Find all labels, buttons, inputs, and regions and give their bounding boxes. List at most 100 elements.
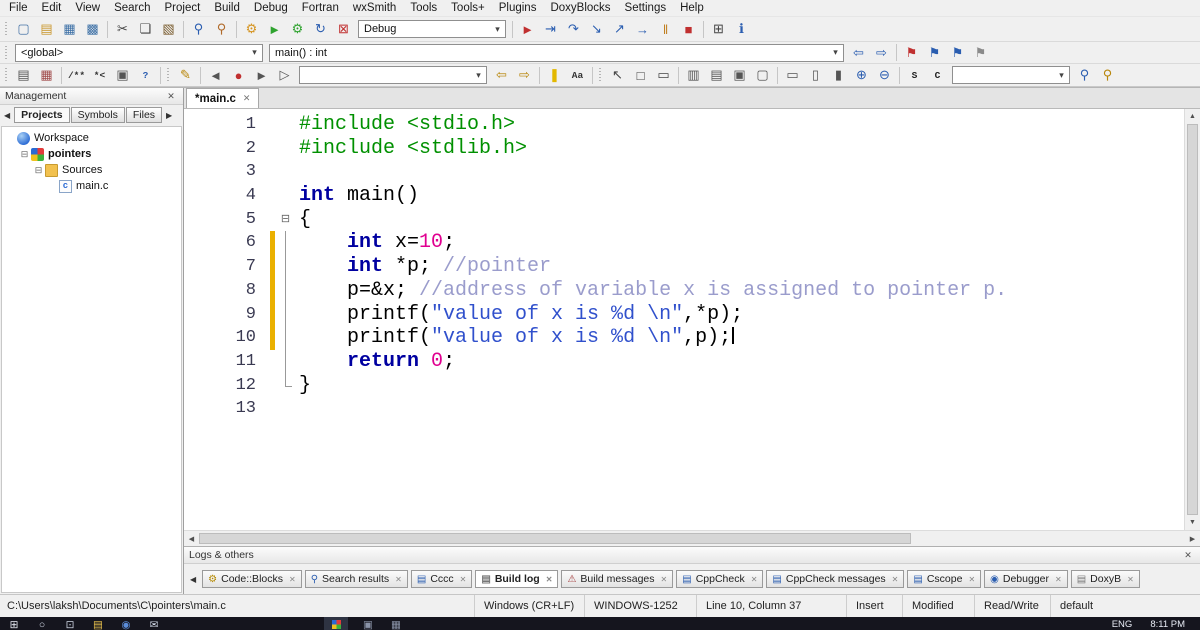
close-icon[interactable]: ✕ xyxy=(968,575,975,584)
toolbar-gripper[interactable] xyxy=(4,21,8,37)
search-term-combo[interactable]: ▾ xyxy=(952,66,1070,84)
codeblocks-app-icon[interactable] xyxy=(324,617,348,630)
bookmark-next-icon[interactable]: ⚑ xyxy=(946,42,969,63)
tab-projects[interactable]: Projects xyxy=(14,107,70,123)
paste-icon[interactable]: ▧ xyxy=(157,19,180,40)
code-line-8[interactable]: 8 p=&x; //address of variable x is assig… xyxy=(184,278,1184,303)
close-icon[interactable]: ✕ xyxy=(892,575,899,584)
pinned-app2-icon[interactable]: ▦ xyxy=(388,618,404,630)
doxy-help-icon[interactable]: ? xyxy=(134,65,157,86)
symbol-combo[interactable]: main() : int ▾ xyxy=(269,43,844,62)
log-tab-cppcheck[interactable]: ▤ CppCheck ✕ xyxy=(676,570,764,588)
close-icon[interactable]: ✕ xyxy=(460,575,467,584)
code-line-5[interactable]: 5 ⊟{ xyxy=(184,208,1184,232)
menu-file[interactable]: File xyxy=(2,1,35,15)
zoom-out-icon[interactable]: ⊖ xyxy=(873,65,896,86)
break-debugger-icon[interactable]: ‖ xyxy=(654,19,677,40)
menu-project[interactable]: Project xyxy=(158,1,208,15)
menu-build[interactable]: Build xyxy=(207,1,247,15)
incremental-search-combo[interactable]: ▾ xyxy=(299,66,487,84)
chevron-down-icon[interactable]: ▾ xyxy=(1054,70,1069,81)
horizontal-scrollbar[interactable]: ◀ ▶ xyxy=(184,530,1200,546)
abort-build-icon[interactable]: ⊠ xyxy=(332,19,355,40)
select-region-icon[interactable]: ▭ xyxy=(652,65,675,86)
cut-icon[interactable]: ✂ xyxy=(111,19,134,40)
tab-files[interactable]: Files xyxy=(125,107,163,123)
step-out-icon[interactable]: ↗ xyxy=(608,19,631,40)
stop-debugger-icon[interactable]: ■ xyxy=(677,19,700,40)
debug-info-icon[interactable]: ℹ xyxy=(730,19,753,40)
chevron-down-icon[interactable]: ▾ xyxy=(490,24,505,35)
chevron-down-icon[interactable]: ▾ xyxy=(828,47,843,58)
code-line-1[interactable]: 1 #include <stdio.h> xyxy=(184,113,1184,137)
start-button[interactable]: ⊞ xyxy=(6,618,22,630)
language-indicator[interactable]: ENG xyxy=(1103,619,1142,630)
bookmark-clear-icon[interactable]: ⚑ xyxy=(969,42,992,63)
save-file-icon[interactable]: ▦ xyxy=(58,19,81,40)
replace-icon[interactable]: ⚲ xyxy=(210,19,233,40)
close-icon[interactable]: ✕ xyxy=(164,91,178,102)
window-horizontal-icon[interactable]: ▥ xyxy=(682,65,705,86)
close-icon[interactable]: ✕ xyxy=(546,575,553,584)
next-line-icon[interactable]: ↷ xyxy=(562,19,585,40)
browse-marker-icon[interactable]: ● xyxy=(227,65,250,86)
view-editor-icon[interactable]: ▭ xyxy=(781,65,804,86)
window-vertical-icon[interactable]: ▤ xyxy=(705,65,728,86)
code-line-12[interactable]: 12} xyxy=(184,373,1184,398)
open-file-icon[interactable]: ▤ xyxy=(35,19,58,40)
debug-continue-icon[interactable]: ► xyxy=(516,19,539,40)
toolbar-gripper[interactable] xyxy=(598,67,602,83)
menu-plugins[interactable]: Plugins xyxy=(492,1,544,15)
run-to-cursor-icon[interactable]: ⇥ xyxy=(539,19,562,40)
browse-clear-icon[interactable]: ▷ xyxy=(273,65,296,86)
menu-tools[interactable]: Tools xyxy=(403,1,444,15)
select-frame-icon[interactable]: □ xyxy=(629,65,652,86)
mail-icon[interactable]: ✉ xyxy=(146,618,162,630)
code-line-13[interactable]: 13 xyxy=(184,397,1184,421)
doxy-block-comment-icon[interactable]: /** xyxy=(65,65,88,86)
select-pointer-icon[interactable]: ↖ xyxy=(606,65,629,86)
code-line-11[interactable]: 11 return 0; xyxy=(184,349,1184,374)
build-target-combo[interactable]: Debug ▾ xyxy=(358,20,506,38)
file-explorer-icon[interactable]: ▤ xyxy=(90,618,106,630)
scroll-up-icon[interactable]: ▲ xyxy=(1185,109,1200,124)
close-icon[interactable]: ✕ xyxy=(289,575,296,584)
code-line-10[interactable]: 10 printf("value of x is %d \n",p); xyxy=(184,326,1184,350)
horizontal-scroll-track[interactable] xyxy=(199,531,1185,546)
scroll-right-icon[interactable]: ▶ xyxy=(1185,531,1200,546)
close-icon[interactable]: ✕ xyxy=(1055,575,1062,584)
copy-icon[interactable]: ❏ xyxy=(134,19,157,40)
log-tab-build-messages[interactable]: ⚠ Build messages ✕ xyxy=(561,570,674,588)
menu-fortran[interactable]: Fortran xyxy=(295,1,346,15)
search-prev-icon[interactable]: ⇦ xyxy=(490,65,513,86)
management-tabs-scroll-right-icon[interactable]: ▶ xyxy=(163,111,175,120)
close-icon[interactable]: ✕ xyxy=(661,575,668,584)
build-and-run-icon[interactable]: ⚙ xyxy=(286,19,309,40)
close-icon[interactable]: ✕ xyxy=(243,93,251,104)
search-next-icon[interactable]: ⇨ xyxy=(513,65,536,86)
toolbar-gripper[interactable] xyxy=(166,67,170,83)
tree-item-sources[interactable]: ⊟ Sources xyxy=(2,162,181,178)
step-into-icon[interactable]: ↘ xyxy=(585,19,608,40)
rebuild-icon[interactable]: ↻ xyxy=(309,19,332,40)
chevron-down-icon[interactable]: ▾ xyxy=(471,70,486,81)
close-icon[interactable]: ✕ xyxy=(1181,550,1195,561)
find-icon[interactable]: ⚲ xyxy=(187,19,210,40)
horizontal-scroll-thumb[interactable] xyxy=(199,533,911,544)
collapse-icon[interactable]: ⊟ xyxy=(33,165,44,176)
view-logs-icon[interactable]: ▯ xyxy=(804,65,827,86)
task-view-icon[interactable]: ⊡ xyxy=(62,618,78,630)
menu-help[interactable]: Help xyxy=(673,1,711,15)
debugging-windows-icon[interactable]: ⊞ xyxy=(707,19,730,40)
code-line-3[interactable]: 3 xyxy=(184,160,1184,184)
goto-back-icon[interactable]: ⇦ xyxy=(847,42,870,63)
toolbar-gripper[interactable] xyxy=(4,44,8,61)
spell-check-icon[interactable]: S xyxy=(903,65,926,86)
scroll-down-icon[interactable]: ▼ xyxy=(1185,515,1200,530)
edit-pencil-icon[interactable]: ✎ xyxy=(174,65,197,86)
menu-debug[interactable]: Debug xyxy=(247,1,295,15)
logs-tabs-scroll-left-icon[interactable]: ◀ xyxy=(187,575,199,584)
bookmark-prev-icon[interactable]: ⚑ xyxy=(923,42,946,63)
chevron-down-icon[interactable]: ▾ xyxy=(247,47,262,58)
menu-edit[interactable]: Edit xyxy=(35,1,69,15)
